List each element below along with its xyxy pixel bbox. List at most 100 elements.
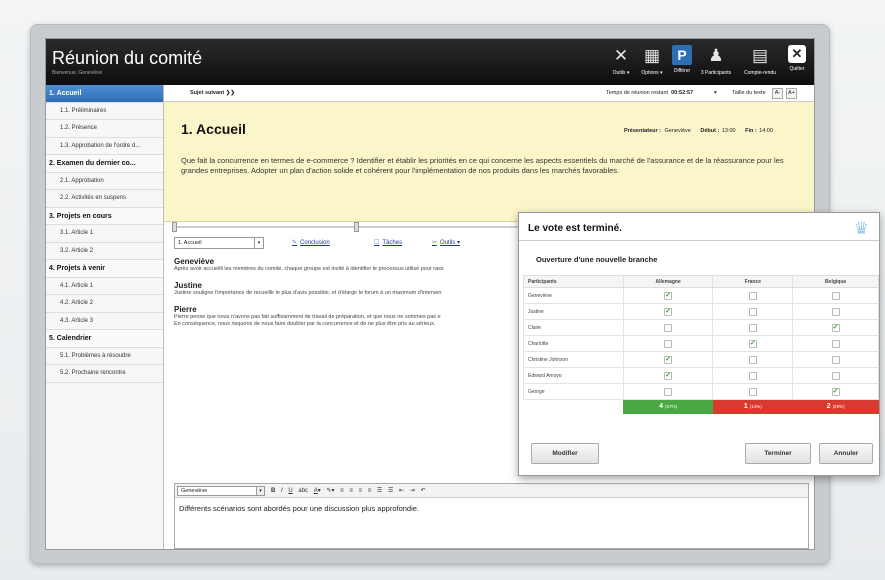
finish-button[interactable]: Terminer bbox=[745, 443, 811, 464]
notes-list: Geneviève Après avoir accueilli les membr… bbox=[174, 257, 524, 447]
table-row: Justine ✓ bbox=[523, 303, 879, 320]
note-author: Geneviève bbox=[174, 257, 215, 266]
checked-checkbox-icon: ✓ bbox=[664, 355, 673, 364]
agenda-select[interactable]: 1. Accueil ▾ bbox=[174, 237, 264, 249]
checkbox-icon bbox=[664, 387, 673, 396]
chevron-down-icon: ▾ bbox=[256, 487, 264, 495]
sidebar-item[interactable]: 5.1. Problèmes à résoudre bbox=[46, 348, 163, 365]
topic-title: 1. Accueil bbox=[181, 121, 246, 137]
editor-content[interactable]: Différents scénarios sont abordés pour u… bbox=[175, 498, 808, 519]
table-row: Edward Amoyo ✓ bbox=[523, 367, 879, 384]
sidebar-item[interactable]: 4.3. Article 3 bbox=[46, 313, 163, 330]
bullet-list-icon[interactable]: ☰ bbox=[377, 487, 382, 494]
sidebar-item[interactable]: 1.1. Préliminaires bbox=[46, 103, 163, 120]
conclusion-link[interactable]: ✎ Conclusion bbox=[292, 239, 330, 246]
checkbox-icon bbox=[748, 387, 757, 396]
checkbox-icon bbox=[831, 291, 840, 300]
indent-icon[interactable]: ⇥ bbox=[410, 487, 415, 494]
sidebar-item[interactable]: 1.3. Approbation de l'ordre d... bbox=[46, 138, 163, 155]
note-editor: Geneviève ▾ B I U abc A▾ ✎▾ ≡ ≡ ≡ ≡ ☰ ☰ … bbox=[174, 483, 809, 549]
checked-checkbox-icon: ✓ bbox=[664, 371, 673, 380]
vote-results-table: Participants Allemagne France Belgique G… bbox=[523, 275, 879, 414]
topic-meta: Présentateur : Geneviève Début : 13:00 F… bbox=[624, 128, 774, 134]
sidebar-item[interactable]: 4. Projets à venir bbox=[46, 260, 163, 278]
checkbox-icon bbox=[748, 323, 757, 332]
sidebar-item[interactable]: 2.1. Approbation bbox=[46, 173, 163, 190]
strike-button[interactable]: abc bbox=[298, 488, 308, 494]
participant-name: George bbox=[523, 383, 624, 400]
options-menu-button[interactable]: ▦ Options ▾ bbox=[636, 45, 668, 83]
splitter-handle-middle[interactable] bbox=[354, 222, 359, 232]
column-header: Belgique bbox=[792, 275, 879, 288]
quit-button[interactable]: ✕ Quitter bbox=[784, 45, 810, 83]
vote-result-dialog: Le vote est terminé. ♛ Ouverture d'une n… bbox=[518, 212, 880, 476]
sidebar-item[interactable]: 4.2. Article 2 bbox=[46, 295, 163, 313]
text-larger-button[interactable]: A+ bbox=[786, 88, 797, 99]
participant-name: Edward Amoyo bbox=[523, 367, 624, 384]
participant-name: Claire bbox=[523, 319, 624, 336]
author-select[interactable]: Geneviève ▾ bbox=[177, 486, 265, 496]
checked-checkbox-icon: ✓ bbox=[831, 323, 840, 332]
welcome-text: Bienvenue, Geneviève bbox=[52, 70, 103, 76]
app-title: Réunion du comité bbox=[52, 48, 203, 68]
sidebar-item[interactable]: 2. Examen du dernier co... bbox=[46, 155, 163, 173]
conclusion-icon: ✎ bbox=[292, 240, 298, 246]
checkbox-icon bbox=[664, 323, 673, 332]
table-row: Charlotte ✓ bbox=[523, 335, 879, 352]
align-center-icon[interactable]: ≡ bbox=[349, 488, 353, 494]
table-row: Christine Johnson ✓ bbox=[523, 351, 879, 368]
checkbox-icon bbox=[748, 355, 757, 364]
column-header: Allemagne bbox=[622, 275, 714, 288]
font-color-button[interactable]: A▾ bbox=[314, 487, 321, 494]
sidebar-item[interactable]: 5.2. Prochaine rencontre bbox=[46, 365, 163, 383]
modify-button[interactable]: Modifier bbox=[531, 443, 599, 464]
checkbox-icon bbox=[831, 339, 840, 348]
checkbox-icon bbox=[664, 339, 673, 348]
checked-checkbox-icon: ✓ bbox=[748, 339, 757, 348]
cancel-button[interactable]: Annuler bbox=[819, 443, 873, 464]
sidebar-item[interactable]: 2.2. Activités en suspens bbox=[46, 190, 163, 208]
sidebar-item[interactable]: 5. Calendrier bbox=[46, 330, 163, 348]
minutes-button[interactable]: ▤ Compte-rendu bbox=[740, 45, 780, 83]
undo-icon[interactable]: ↶ bbox=[420, 487, 425, 494]
crown-icon: ♛ bbox=[853, 219, 869, 238]
tools-menu-button[interactable]: ✕ Outils ▾ bbox=[606, 45, 636, 83]
underline-button[interactable]: U bbox=[288, 488, 292, 494]
tasks-icon: ☐ bbox=[374, 240, 380, 246]
table-row: Claire ✓ bbox=[523, 319, 879, 336]
align-right-icon[interactable]: ≡ bbox=[359, 488, 363, 494]
sidebar-item[interactable]: 1. Accueil bbox=[46, 85, 163, 103]
sidebar-item[interactable]: 3. Projets en cours bbox=[46, 207, 163, 225]
table-row: George ✓ bbox=[523, 383, 879, 400]
sidebar-item[interactable]: 3.1. Article 1 bbox=[46, 225, 163, 243]
participants-button[interactable]: ♟ 3 Participants bbox=[696, 45, 736, 83]
timer-dropdown-icon[interactable]: ▾ bbox=[714, 90, 717, 96]
note-text: Pierre pense que nous n'avons pas fait s… bbox=[174, 314, 441, 327]
justify-icon[interactable]: ≡ bbox=[368, 488, 372, 494]
dialog-title: Le vote est terminé. bbox=[528, 223, 622, 234]
totals-row: 4 (57%) 1 (14%) 2 (29%) bbox=[524, 399, 879, 414]
defer-button[interactable]: P Différer bbox=[669, 45, 695, 83]
number-list-icon[interactable]: ☰ bbox=[388, 487, 393, 494]
tasks-link[interactable]: ☐ Tâches bbox=[374, 239, 402, 246]
sidebar-item[interactable]: 3.2. Article 2 bbox=[46, 243, 163, 260]
checked-checkbox-icon: ✓ bbox=[831, 387, 840, 396]
bold-button[interactable]: B bbox=[271, 488, 275, 494]
sidebar-item[interactable]: 1.2. Présence bbox=[46, 120, 163, 138]
note-text: Après avoir accueilli les membres du com… bbox=[174, 266, 444, 272]
next-topic-link[interactable]: Sujet suivant ❯❯ bbox=[190, 90, 235, 96]
participant-name: Justine bbox=[523, 303, 624, 320]
splitter-handle-left[interactable] bbox=[172, 222, 177, 232]
agenda-sidebar: 1. Accueil 1.1. Préliminaires 1.2. Présenc… bbox=[46, 85, 164, 549]
align-left-icon[interactable]: ≡ bbox=[340, 488, 344, 494]
tools-icon: ✕ bbox=[613, 46, 629, 65]
participant-name: Geneviève bbox=[523, 287, 624, 304]
highlight-button[interactable]: ✎▾ bbox=[326, 487, 334, 494]
outdent-icon[interactable]: ⇤ bbox=[399, 487, 404, 494]
title-bar: Réunion du comité Bienvenue, Geneviève ✕… bbox=[46, 39, 814, 85]
italic-button[interactable]: I bbox=[281, 488, 283, 494]
notes-tools-link[interactable]: ✂ Outils ▾ bbox=[432, 239, 460, 246]
column-header: Participants bbox=[523, 275, 624, 288]
sidebar-item[interactable]: 4.1. Article 1 bbox=[46, 278, 163, 295]
text-smaller-button[interactable]: A- bbox=[772, 88, 783, 99]
